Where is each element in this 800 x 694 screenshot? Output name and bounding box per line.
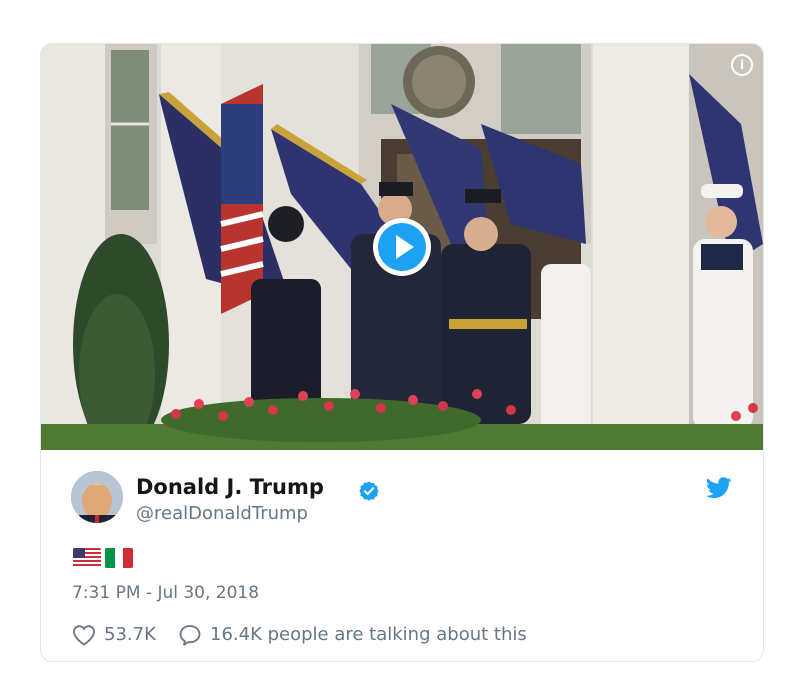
video-media[interactable]: i bbox=[41, 44, 763, 450]
us-flag-icon bbox=[73, 548, 101, 568]
play-button[interactable] bbox=[373, 218, 431, 276]
tweet-timestamp[interactable]: 7:31 PM - Jul 30, 2018 bbox=[72, 583, 259, 603]
tweet-body: Donald J. Trump @realDonaldTrump 7:31 PM… bbox=[41, 450, 763, 661]
author-handle[interactable]: @realDonaldTrump bbox=[136, 503, 308, 524]
play-triangle bbox=[396, 235, 414, 259]
italy-flag-icon bbox=[105, 548, 133, 568]
heart-icon[interactable] bbox=[72, 624, 96, 646]
speech-bubble-icon[interactable] bbox=[178, 624, 202, 646]
talking-about-link[interactable]: 16.4K people are talking about this bbox=[210, 624, 527, 645]
verified-badge-icon bbox=[359, 481, 379, 501]
like-count[interactable]: 53.7K bbox=[104, 624, 156, 645]
info-icon[interactable]: i bbox=[731, 54, 753, 76]
author-name[interactable]: Donald J. Trump bbox=[136, 475, 324, 499]
embedded-tweet-card: i Donald J. Trump @realDonaldTrump 7:31 … bbox=[40, 43, 764, 662]
avatar[interactable] bbox=[71, 471, 123, 523]
twitter-bird-icon[interactable] bbox=[706, 477, 732, 499]
